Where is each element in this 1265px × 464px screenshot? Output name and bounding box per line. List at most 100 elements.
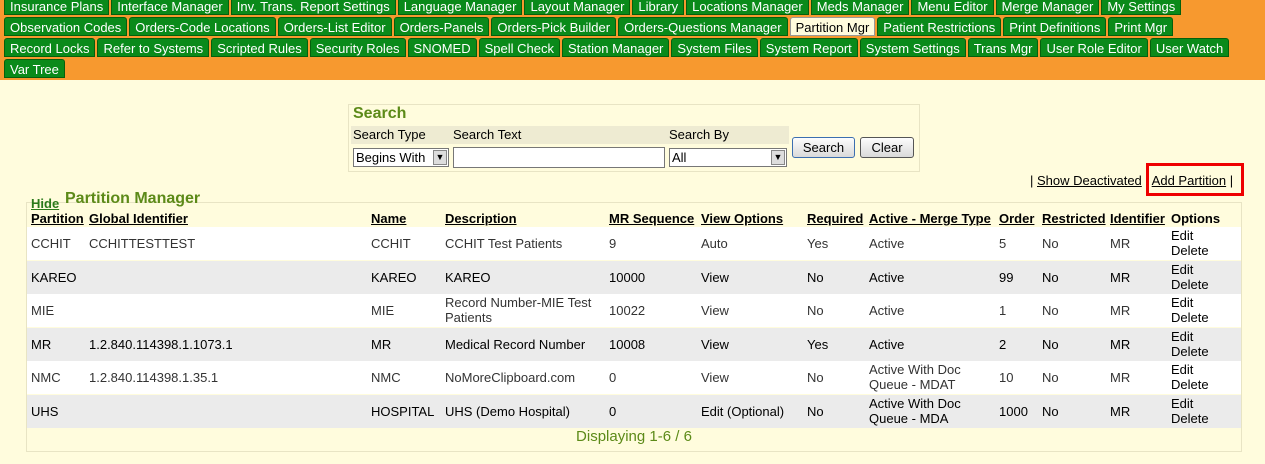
tab-patient-restrictions[interactable]: Patient Restrictions: [877, 17, 1002, 36]
tab-row-3: Record Locks Refer to Systems Scripted Rul…: [4, 38, 1231, 57]
tab-spell-check[interactable]: Spell Check: [478, 38, 560, 57]
col-header-partition[interactable]: Partition: [31, 211, 84, 226]
tab-meds-manager[interactable]: Meds Manager: [810, 0, 910, 15]
tab-row-4: Var Tree: [4, 59, 67, 78]
cell-restricted: No: [1042, 370, 1059, 385]
col-header-identifier[interactable]: Identifier: [1110, 211, 1165, 226]
tab-observation-codes[interactable]: Observation Codes: [4, 17, 128, 36]
search-type-select[interactable]: Begins With ▼: [353, 148, 449, 167]
col-header-global-identifier[interactable]: Global Identifier: [89, 211, 188, 226]
cell-required: Yes: [807, 236, 829, 251]
tab-record-locks[interactable]: Record Locks: [4, 38, 96, 57]
cell-restricted: No: [1042, 336, 1059, 352]
hide-link[interactable]: Hide: [31, 196, 59, 211]
cell-required: Yes: [807, 336, 829, 352]
edit-link[interactable]: Edit: [1171, 295, 1209, 310]
tab-system-files[interactable]: System Files: [671, 38, 758, 57]
cell-restricted: No: [1042, 269, 1059, 285]
tab-user-watch[interactable]: User Watch: [1149, 38, 1230, 57]
search-by-select[interactable]: All ▼: [669, 148, 787, 167]
show-deactivated-link[interactable]: Show Deactivated: [1037, 173, 1142, 188]
cell-partition: NMC: [31, 370, 61, 385]
cell-active: Active: [869, 303, 905, 318]
edit-link[interactable]: Edit: [1171, 362, 1209, 377]
search-button[interactable]: Search: [792, 137, 855, 158]
tab-orders-pick-builder[interactable]: Orders-Pick Builder: [491, 17, 617, 36]
tab-language-manager[interactable]: Language Manager: [397, 0, 523, 15]
cell-description: KAREO: [445, 269, 491, 285]
cell-partition: KAREO: [31, 269, 77, 285]
panel-title: Partition Manager: [65, 190, 201, 207]
row-options: Edit Delete: [1171, 362, 1209, 392]
tab-insurance-plans[interactable]: Insurance Plans: [4, 0, 110, 15]
tab-my-settings[interactable]: My Settings: [1101, 0, 1182, 15]
cell-order: 10: [999, 370, 1014, 385]
col-header-name[interactable]: Name: [371, 211, 406, 226]
tab-station-manager[interactable]: Station Manager: [561, 38, 670, 57]
table-row: KAREO KAREO KAREO 10000 View No Active 99 No MR Ed…: [27, 260, 1241, 294]
cell-global-id: 1.2.840.114398.1.1073.1: [89, 336, 233, 352]
tab-trans-mgr[interactable]: Trans Mgr: [967, 38, 1039, 57]
cell-active: Active: [869, 236, 905, 251]
delete-link[interactable]: Delete: [1171, 277, 1209, 292]
col-header-restricted[interactable]: Restricted: [1042, 211, 1106, 226]
cell-partition: MR: [31, 336, 52, 352]
tab-orders-list-editor[interactable]: Orders-List Editor: [277, 17, 392, 36]
tab-orders-code-locations[interactable]: Orders-Code Locations: [129, 17, 276, 36]
search-title: Search: [353, 105, 407, 122]
edit-link[interactable]: Edit: [1171, 262, 1209, 277]
tab-system-report[interactable]: System Report: [759, 38, 858, 57]
col-header-mr-sequence[interactable]: MR Sequence: [609, 211, 694, 226]
delete-link[interactable]: Delete: [1171, 310, 1209, 325]
col-header-description[interactable]: Description: [445, 211, 517, 226]
pagination-status: Displaying 1-6 / 6: [576, 428, 692, 445]
search-by-label: Search By: [669, 127, 729, 142]
col-header-view-options[interactable]: View Options: [701, 211, 783, 226]
tab-locations-manager[interactable]: Locations Manager: [686, 0, 809, 15]
tab-refer-to-systems[interactable]: Refer to Systems: [97, 38, 210, 57]
cell-description: CCHIT Test Patients: [445, 236, 563, 251]
tab-security-roles[interactable]: Security Roles: [309, 38, 406, 57]
clear-button[interactable]: Clear: [860, 137, 914, 158]
tab-merge-manager[interactable]: Merge Manager: [995, 0, 1100, 15]
tab-print-mgr[interactable]: Print Mgr: [1108, 17, 1174, 36]
tab-menu-editor[interactable]: Menu Editor: [911, 0, 994, 15]
tab-interface-manager[interactable]: Interface Manager: [111, 0, 229, 15]
tab-inv-trans-report-settings[interactable]: Inv. Trans. Report Settings: [230, 0, 396, 15]
add-partition-highlight: [1146, 163, 1244, 196]
delete-link[interactable]: Delete: [1171, 377, 1209, 392]
search-text-input[interactable]: [453, 147, 665, 168]
tab-snomed[interactable]: SNOMED: [407, 38, 477, 57]
delete-link[interactable]: Delete: [1171, 243, 1209, 258]
cell-description: Medical Record Number: [445, 336, 586, 352]
tab-orders-questions-manager[interactable]: Orders-Questions Manager: [618, 17, 788, 36]
edit-link[interactable]: Edit: [1171, 329, 1209, 344]
tab-library[interactable]: Library: [632, 0, 685, 15]
tab-orders-panels[interactable]: Orders-Panels: [393, 17, 490, 36]
col-header-active-merge-type[interactable]: Active - Merge Type: [869, 211, 991, 226]
tab-var-tree[interactable]: Var Tree: [4, 59, 65, 78]
tab-partition-mgr[interactable]: Partition Mgr: [789, 17, 876, 36]
cell-active: Active: [869, 269, 905, 285]
top-navigation-bar: Insurance Plans Interface Manager Inv. Tra…: [0, 0, 1265, 80]
cell-required: No: [807, 303, 824, 318]
tab-layout-manager[interactable]: Layout Manager: [524, 0, 631, 15]
cell-required: No: [807, 269, 824, 285]
delete-link[interactable]: Delete: [1171, 344, 1209, 359]
delete-link[interactable]: Delete: [1171, 411, 1209, 426]
cell-mr-seq: 0: [609, 403, 617, 419]
tab-system-settings[interactable]: System Settings: [859, 38, 966, 57]
edit-link[interactable]: Edit: [1171, 228, 1209, 243]
table-row: MIE MIE Record Number-MIE Test Patients 100…: [27, 294, 1241, 327]
col-header-order[interactable]: Order: [999, 211, 1034, 226]
cell-order: 99: [999, 269, 1014, 285]
tab-scripted-rules[interactable]: Scripted Rules: [211, 38, 308, 57]
tab-user-role-editor[interactable]: User Role Editor: [1040, 38, 1148, 57]
edit-link[interactable]: Edit: [1171, 396, 1209, 411]
search-by-value: All: [672, 150, 687, 165]
col-header-required[interactable]: Required: [807, 211, 863, 226]
tab-print-definitions[interactable]: Print Definitions: [1003, 17, 1107, 36]
cell-identifier: MR: [1110, 403, 1131, 419]
cell-active: Active With Doc Queue - MDAT: [869, 362, 961, 392]
search-panel: Search Search Type Search Text Search By…: [348, 104, 920, 172]
